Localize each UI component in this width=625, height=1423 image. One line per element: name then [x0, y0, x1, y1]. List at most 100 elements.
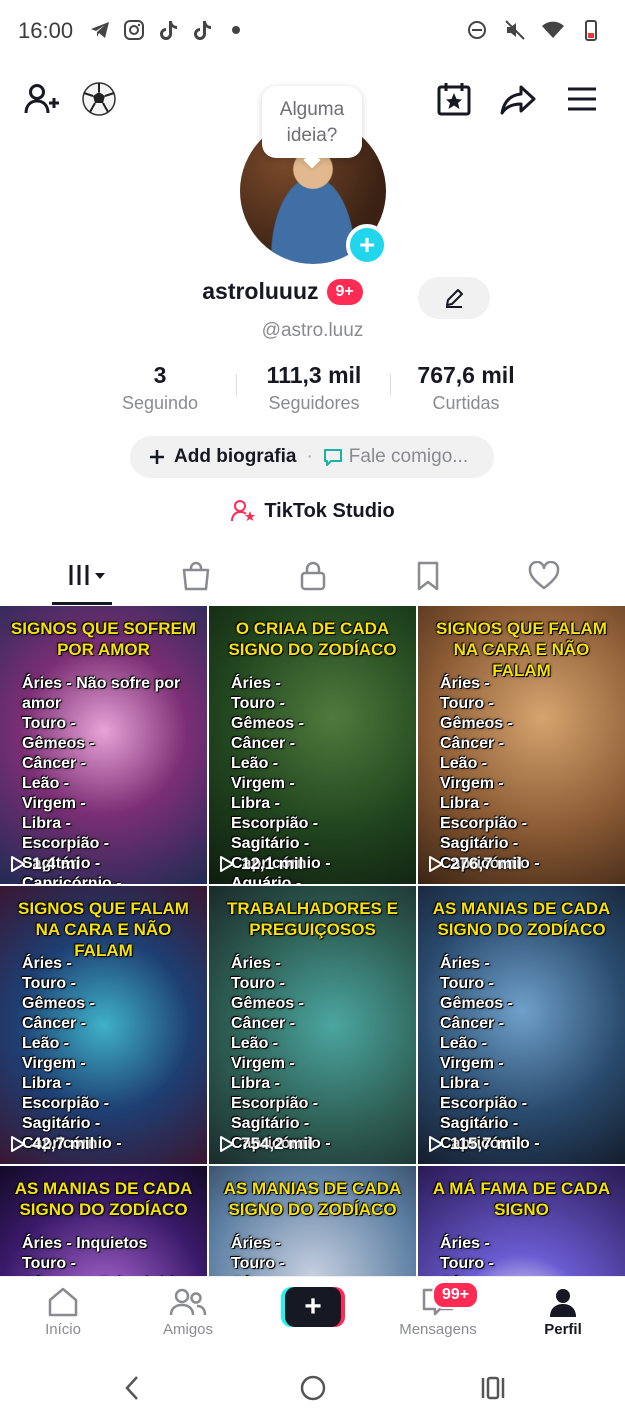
- video-sign-line: Áries -: [231, 955, 281, 972]
- friends-icon: [169, 1288, 207, 1316]
- add-friend-button[interactable]: [22, 80, 60, 118]
- video-sign-line: Gêmeos -: [22, 735, 95, 752]
- play-icon: [11, 856, 25, 872]
- stat-followers[interactable]: 111,3 mil Seguidores: [254, 362, 374, 414]
- video-sign-line: Virgem -: [22, 795, 86, 812]
- back-button[interactable]: [112, 1370, 152, 1406]
- video-sign-line: Câncer -: [22, 1015, 87, 1032]
- tiktok-studio-link[interactable]: TikTok Studio: [0, 498, 625, 524]
- username-badge[interactable]: 9+: [326, 278, 363, 305]
- video-sign-line: Touro -: [440, 1255, 494, 1272]
- video-sign-line: Sagitário -: [231, 835, 310, 852]
- video-title: TRABALHADORES E PREGUIÇOSOS: [227, 899, 398, 939]
- tab-private[interactable]: [283, 552, 343, 600]
- circle-home-icon: [300, 1375, 326, 1401]
- tiktok-icon: [194, 21, 211, 40]
- video-sign-line: Câncer -: [231, 735, 296, 752]
- video-title: SIGNOS QUE FALAM NA CARA E NÃO FALAM: [436, 619, 607, 680]
- video-thumbnail[interactable]: SIGNOS QUE FALAM NA CARA E NÃO FALAM Árie…: [0, 886, 207, 1164]
- studio-user-star-icon: [231, 500, 256, 522]
- video-sign-line: Sagitário -: [440, 835, 519, 852]
- calendar-star-icon: [437, 83, 471, 116]
- video-sign-line: Câncer -: [440, 1015, 505, 1032]
- video-thumbnail[interactable]: SIGNOS QUE SOFREM POR AMOR Áries - Não so…: [0, 606, 207, 884]
- nav-messages-label: Mensagens: [399, 1321, 477, 1338]
- video-sign-list: Áries -Touro -Gêmeos -Câncer -: [231, 1234, 304, 1276]
- menu-button[interactable]: [563, 80, 601, 118]
- video-view-count: 276,7 mil: [450, 854, 522, 873]
- nav-home-label: Início: [45, 1321, 81, 1338]
- wifi-icon: [542, 21, 564, 38]
- play-icon: [220, 1136, 234, 1152]
- video-title: AS MANIAS DE CADA SIGNO DO ZODÍACO: [432, 899, 611, 939]
- home-icon: [48, 1287, 78, 1317]
- stat-value: 3: [153, 362, 167, 388]
- video-sign-line: Câncer -: [231, 1015, 296, 1032]
- share-button[interactable]: [499, 80, 537, 118]
- tab-videos[interactable]: [52, 552, 112, 600]
- messages-badge: 99+: [432, 1281, 480, 1309]
- stat-following[interactable]: 3 Seguindo: [110, 362, 210, 414]
- video-sign-line: Leão -: [440, 1035, 488, 1052]
- recents-button[interactable]: [473, 1370, 513, 1406]
- video-sign-line: Touro -: [440, 695, 494, 712]
- stat-value: 111,3 mil: [266, 362, 362, 388]
- video-sign-list: Áries - Touro - Gêmeos - Câncer - Leão - Virg…: [22, 954, 122, 1154]
- plus-icon: [150, 450, 164, 464]
- shop-bag-icon: [182, 561, 210, 591]
- status-time: 16:00: [18, 18, 74, 43]
- video-sign-line: Sagitário -: [231, 1115, 310, 1132]
- video-sign-list: Áries -Touro -Gêmeos -Câncer -: [440, 1234, 513, 1276]
- tab-liked[interactable]: [514, 552, 574, 600]
- video-sign-line: Touro -: [22, 715, 76, 732]
- video-view-count: 42,7 mil: [32, 1134, 95, 1153]
- mute-icon: [505, 20, 525, 40]
- video-grid: SIGNOS QUE SOFREM POR AMOR Áries - Não so…: [0, 606, 625, 1276]
- video-sign-line: Libra -: [231, 795, 280, 812]
- video-thumbnail[interactable]: TRABALHADORES E PREGUIÇOSOS Áries - Touro …: [209, 886, 416, 1164]
- idea-bubble[interactable]: Alguma ideia?: [262, 86, 362, 158]
- video-thumbnail[interactable]: AS MANIAS DE CADA SIGNO DO ZODÍACO Áries …: [418, 886, 625, 1164]
- video-sign-line: Libra -: [440, 795, 489, 812]
- stat-divider: [236, 374, 237, 396]
- video-sign-line: Capricórnio -: [22, 875, 122, 884]
- system-navigation: [0, 1350, 625, 1423]
- video-views: 754,2 mil: [219, 1134, 313, 1154]
- home-system-button[interactable]: [293, 1370, 333, 1406]
- nav-profile[interactable]: Perfil: [513, 1285, 613, 1338]
- status-bar: 16:00: [0, 0, 625, 60]
- tab-favorites[interactable]: [398, 552, 458, 600]
- chat-link[interactable]: Fale comigo...: [323, 446, 468, 468]
- video-sign-line: Virgem -: [231, 775, 295, 792]
- video-sign-line: Leão -: [22, 1035, 70, 1052]
- plus-icon: +: [285, 1287, 341, 1327]
- play-icon: [11, 1136, 25, 1152]
- video-sign-line: Libra -: [231, 1075, 280, 1092]
- tab-shop[interactable]: [166, 552, 226, 600]
- video-sign-line: Áries -: [440, 955, 490, 972]
- video-sign-line: Touro -: [231, 1255, 285, 1272]
- video-sign-line: Escorpião -: [22, 835, 110, 852]
- video-thumbnail[interactable]: AS MANIAS DE CADA SIGNO DO ZODÍACO Áries …: [209, 1166, 416, 1276]
- add-bio-button[interactable]: Add biografia: [148, 446, 296, 468]
- video-sign-line: Gêmeos -: [440, 715, 513, 732]
- video-sign-line: Leão -: [231, 755, 279, 772]
- video-thumbnail[interactable]: O CRIAA DE CADA SIGNO DO ZODÍACO Áries - T…: [209, 606, 416, 884]
- video-thumbnail[interactable]: A MÁ FAMA DE CADA SIGNOÁries -Touro -Gêm…: [418, 1166, 625, 1276]
- battery-low-icon: [585, 20, 597, 41]
- stat-likes[interactable]: 767,6 mil Curtidas: [406, 362, 526, 414]
- nav-friends[interactable]: Amigos: [138, 1285, 238, 1338]
- play-icon: [429, 1136, 443, 1152]
- video-thumbnail[interactable]: AS MANIAS DE CADA SIGNO DO ZODÍACO Áries …: [0, 1166, 207, 1276]
- video-sign-line: Leão -: [231, 1035, 279, 1052]
- edit-profile-button[interactable]: [418, 277, 490, 319]
- create-button[interactable]: +: [281, 1287, 345, 1327]
- soccer-ball-button[interactable]: [80, 80, 118, 118]
- video-thumbnail[interactable]: SIGNOS QUE FALAM NA CARA E NÃO FALAM Árie…: [418, 606, 625, 884]
- nav-home[interactable]: Início: [13, 1285, 113, 1338]
- video-sign-line: Virgem -: [22, 1055, 86, 1072]
- add-avatar-button[interactable]: +: [346, 224, 388, 266]
- telegram-icon: [91, 22, 109, 38]
- video-sign-line: Gêmeos -: [22, 995, 95, 1012]
- calendar-button[interactable]: [435, 80, 473, 118]
